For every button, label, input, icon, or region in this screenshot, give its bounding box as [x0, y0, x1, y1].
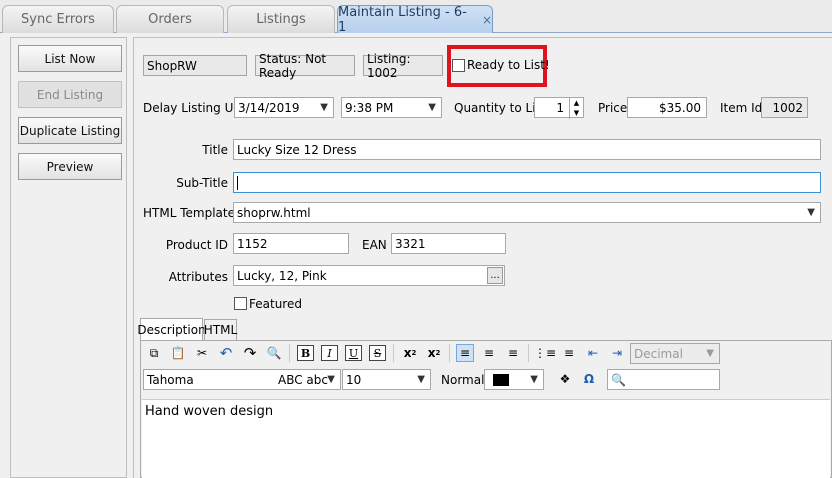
chevron-down-icon: ▼: [706, 348, 714, 359]
chevron-down-icon: ▼: [320, 102, 328, 113]
special-character-icon[interactable]: Ω: [580, 370, 598, 388]
tab-listings[interactable]: Listings: [227, 5, 335, 33]
font-family-select[interactable]: Tahoma ABC abc ▼: [143, 369, 341, 390]
title-label: Title: [202, 143, 228, 157]
clear-format-icon[interactable]: ❖: [556, 370, 574, 388]
preview-button[interactable]: Preview: [18, 153, 122, 180]
underline-icon[interactable]: U: [345, 345, 362, 361]
list-now-button[interactable]: List Now: [18, 45, 122, 72]
align-left-icon[interactable]: ≡: [456, 344, 474, 362]
featured-label: Featured: [249, 297, 302, 311]
superscript-icon[interactable]: x2: [425, 344, 443, 362]
tab-label: Maintain Listing - 6-1: [338, 4, 467, 35]
chevron-down-icon: ▼: [807, 207, 815, 218]
html-template-value: shoprw.html: [237, 205, 311, 220]
subtitle-label: Sub-Title: [176, 176, 228, 190]
subtitle-input[interactable]: [233, 172, 821, 193]
number-format-select[interactable]: Decimal ▼: [630, 343, 720, 364]
color-swatch: [493, 373, 509, 386]
delay-time-value: 9:38 PM: [345, 100, 394, 115]
indent-icon[interactable]: ⇥: [608, 344, 626, 362]
end-listing-button[interactable]: End Listing: [18, 81, 122, 108]
strikethrough-icon[interactable]: S: [369, 345, 386, 361]
subscript-icon[interactable]: x2: [401, 344, 419, 362]
listing-number-box: Listing: 1002: [363, 52, 443, 80]
attributes-label: Attributes: [168, 270, 228, 284]
tab-maintain-listing[interactable]: Maintain Listing - 6-1 ×: [337, 4, 493, 35]
quantity-value: 1: [556, 100, 564, 115]
copy-icon[interactable]: ⧉: [145, 344, 163, 362]
paste-icon[interactable]: 📋: [169, 344, 187, 362]
chevron-down-icon: ▼: [327, 374, 335, 385]
cut-icon[interactable]: ✂: [193, 344, 211, 362]
italic-icon[interactable]: I: [321, 345, 338, 361]
tab-sync-errors[interactable]: Sync Errors: [2, 5, 114, 33]
tab-label: Listings: [256, 12, 306, 27]
outdent-icon[interactable]: ⇤: [584, 344, 602, 362]
delay-date-select[interactable]: 3/14/2019 ▼: [234, 97, 334, 118]
number-format-value: Decimal: [634, 346, 683, 361]
ean-label: EAN: [362, 238, 387, 252]
attributes-input[interactable]: Lucky, 12, Pink ...: [233, 265, 505, 286]
title-input[interactable]: Lucky Size 12 Dress: [233, 139, 821, 160]
paragraph-style[interactable]: Normal: [441, 373, 484, 387]
action-panel: List Now End Listing Duplicate Listing P…: [10, 37, 127, 478]
status-box: Status: Not Ready: [255, 52, 355, 80]
featured-checkbox[interactable]: [234, 297, 247, 310]
chevron-down-icon: ▼: [417, 374, 425, 385]
product-id-input[interactable]: 1152: [233, 233, 349, 254]
font-family-value: Tahoma: [147, 372, 194, 387]
font-size-select[interactable]: 10 ▼: [342, 369, 431, 390]
price-input[interactable]: $35.00: [627, 97, 707, 118]
redo-icon[interactable]: ↷: [241, 344, 259, 362]
align-center-icon[interactable]: ≡: [480, 344, 498, 362]
ready-to-list-label: Ready to List!: [467, 58, 550, 72]
spin-down-icon[interactable]: ▼: [570, 108, 583, 118]
tab-orders[interactable]: Orders: [116, 5, 224, 33]
numbered-list-icon[interactable]: ≡: [560, 344, 578, 362]
product-id-label: Product ID: [165, 238, 228, 252]
spin-buttons[interactable]: ▲ ▼: [569, 98, 583, 119]
undo-icon[interactable]: ↶: [217, 344, 235, 362]
font-size-value: 10: [346, 372, 362, 387]
description-text: Hand woven design: [145, 404, 274, 419]
description-content[interactable]: Hand woven design: [142, 399, 830, 478]
spin-up-icon[interactable]: ▲: [570, 98, 583, 108]
delay-time-select[interactable]: 9:38 PM ▼: [341, 97, 442, 118]
html-template-label: HTML Template: [143, 206, 235, 220]
text-color-select[interactable]: ▼: [484, 369, 544, 390]
find-icon[interactable]: 🔍: [265, 344, 283, 362]
item-id-label: Item Id: [720, 101, 763, 115]
tab-html[interactable]: HTML: [204, 319, 237, 340]
delay-date-value: 3/14/2019: [238, 100, 300, 115]
text-caret: [237, 175, 238, 190]
price-label: Price: [598, 101, 628, 115]
tab-strip: Sync Errors Orders Listings Maintain Lis…: [0, 0, 832, 35]
ready-to-list-checkbox[interactable]: [452, 59, 465, 72]
tab-label: Sync Errors: [21, 12, 95, 27]
bullet-list-icon[interactable]: ⋮≡: [534, 344, 556, 362]
item-id-box: 1002: [761, 97, 808, 118]
quantity-stepper[interactable]: 1 ▲ ▼: [534, 97, 584, 119]
close-icon[interactable]: ×: [482, 13, 492, 27]
font-preview: ABC abc: [278, 373, 328, 387]
ean-input[interactable]: 3321: [391, 233, 506, 254]
chevron-down-icon: ▼: [530, 374, 538, 385]
chevron-down-icon: ▼: [428, 102, 436, 113]
align-right-icon[interactable]: ≡: [504, 344, 522, 362]
html-template-select[interactable]: shoprw.html ▼: [233, 202, 821, 223]
bold-icon[interactable]: B: [297, 345, 314, 361]
ellipsis-button[interactable]: ...: [487, 267, 503, 284]
tab-label: Orders: [148, 12, 192, 27]
editor-search-input[interactable]: 🔍: [607, 369, 720, 390]
tab-description[interactable]: Description: [137, 318, 206, 340]
duplicate-listing-button[interactable]: Duplicate Listing: [18, 117, 122, 144]
attributes-value: Lucky, 12, Pink: [237, 268, 327, 283]
quantity-label: Quantity to List: [454, 101, 547, 115]
search-icon: 🔍: [611, 372, 626, 387]
store-name-box: ShopRW: [143, 55, 247, 76]
